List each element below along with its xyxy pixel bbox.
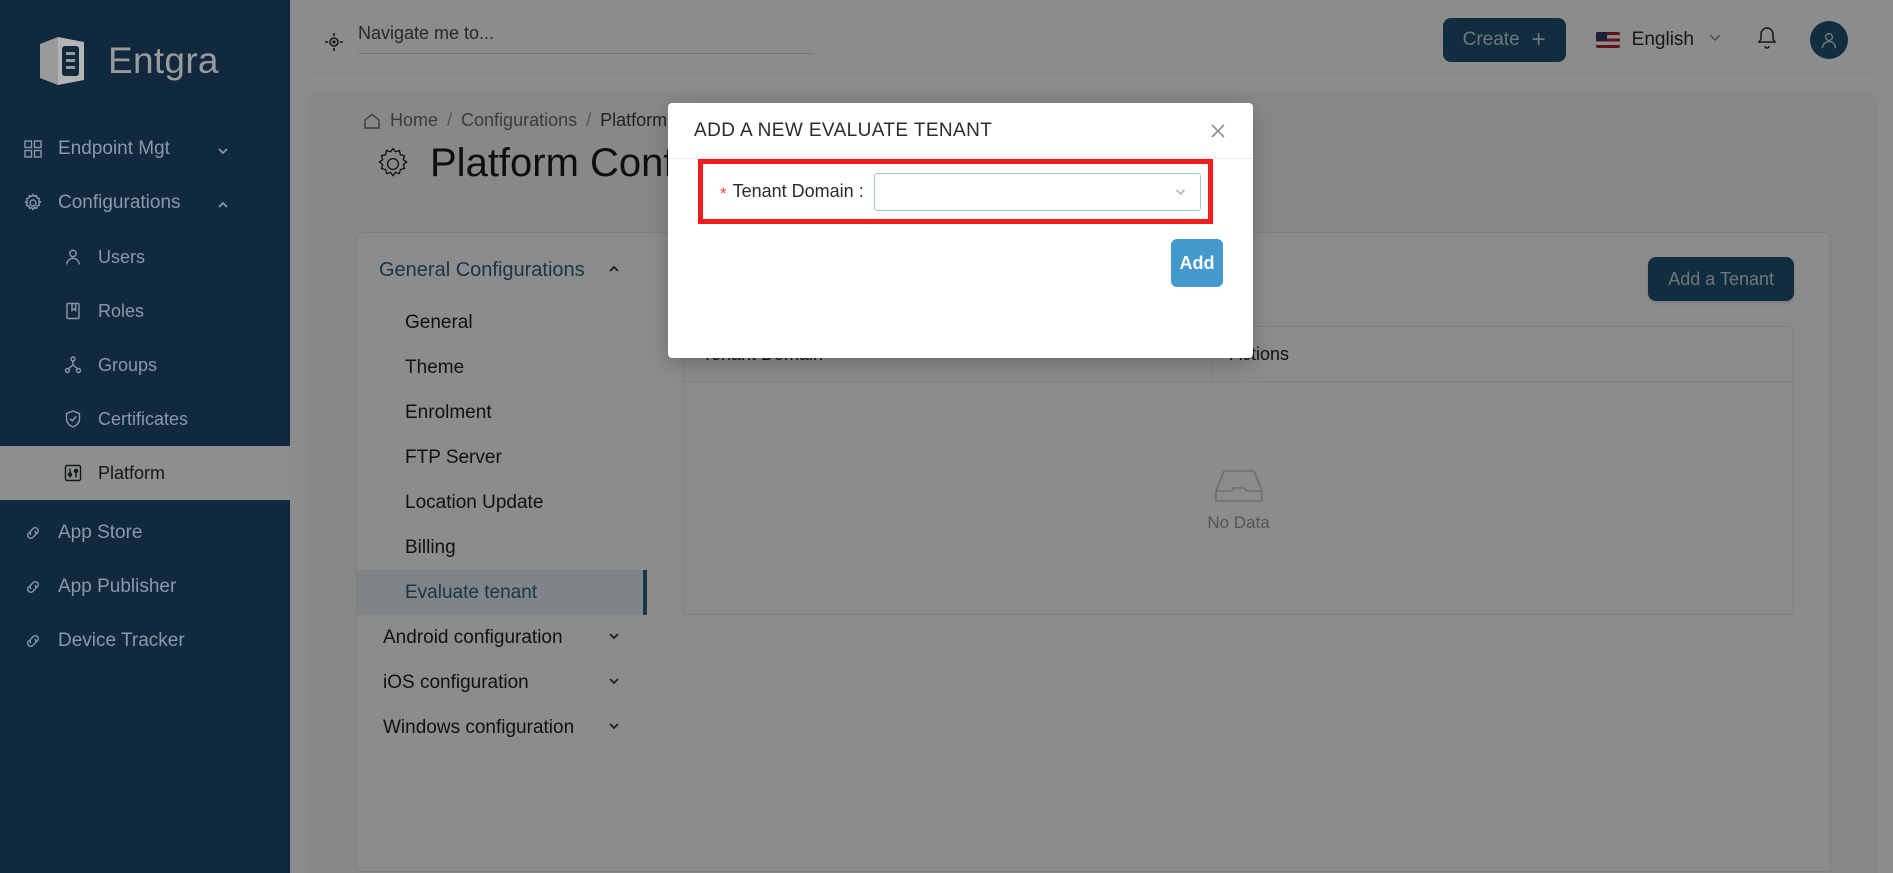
sidebar-item-endpoint-mgt[interactable]: Endpoint Mgt bbox=[0, 122, 290, 176]
sidebar-item-certificates[interactable]: Certificates bbox=[0, 392, 290, 446]
sidebar-item-label: Groups bbox=[98, 354, 158, 375]
sidebar-item-label: Endpoint Mgt bbox=[58, 138, 170, 159]
sidebar-item-label: Device Tracker bbox=[58, 630, 185, 651]
shield-check-icon bbox=[62, 408, 84, 430]
chevron-up-icon bbox=[216, 196, 230, 210]
sidebar-item-label: Users bbox=[98, 246, 146, 267]
book-icon bbox=[62, 300, 84, 322]
sidebar-item-configurations[interactable]: Configurations bbox=[0, 176, 290, 230]
sidebar: Entgra Endpoint Mgt Configurations Users Ro… bbox=[0, 0, 290, 873]
modal-title: ADD A NEW EVALUATE TENANT bbox=[694, 119, 993, 141]
modal-actions: Add bbox=[1171, 239, 1223, 287]
chevron-down-icon bbox=[216, 142, 230, 156]
entgra-logo-icon bbox=[32, 30, 94, 92]
brand-name: Entgra bbox=[108, 40, 219, 81]
sidebar-item-label: App Publisher bbox=[58, 576, 177, 597]
sidebar-item-device-tracker[interactable]: Device Tracker bbox=[0, 614, 290, 668]
link-icon bbox=[22, 522, 44, 544]
brand[interactable]: Entgra bbox=[0, 0, 290, 122]
close-icon[interactable] bbox=[1205, 118, 1231, 144]
gear-icon bbox=[22, 192, 44, 214]
sidebar-item-roles[interactable]: Roles bbox=[0, 284, 290, 338]
link-icon bbox=[22, 630, 44, 652]
link-icon bbox=[22, 576, 44, 598]
chevron-down-icon bbox=[1173, 184, 1188, 199]
group-icon bbox=[62, 354, 84, 376]
modal-add-button[interactable]: Add bbox=[1171, 239, 1223, 287]
sidebar-item-groups[interactable]: Groups bbox=[0, 338, 290, 392]
app-root: Entgra Endpoint Mgt Configurations Users Ro… bbox=[0, 0, 1893, 873]
grid-icon bbox=[22, 138, 44, 160]
sidebar-item-label: Configurations bbox=[58, 192, 181, 213]
add-evaluate-tenant-modal: ADD A NEW EVALUATE TENANT * Tenant Domai… bbox=[668, 103, 1253, 358]
sidebar-item-app-store[interactable]: App Store bbox=[0, 506, 290, 560]
modal-header: ADD A NEW EVALUATE TENANT bbox=[668, 103, 1253, 159]
required-marker: * bbox=[720, 184, 727, 203]
tenant-domain-field-row: * Tenant Domain : bbox=[698, 159, 1213, 224]
sidebar-item-label: Certificates bbox=[98, 408, 189, 429]
sidebar-item-label: Roles bbox=[98, 300, 145, 321]
sidebar-nav: Endpoint Mgt Configurations Users Roles Grou… bbox=[0, 122, 290, 668]
sidebar-item-users[interactable]: Users bbox=[0, 230, 290, 284]
sliders-icon bbox=[62, 462, 84, 484]
sidebar-item-label: App Store bbox=[58, 522, 143, 543]
sidebar-item-label: Platform bbox=[98, 462, 166, 483]
sidebar-item-platform[interactable]: Platform bbox=[0, 446, 290, 500]
user-icon bbox=[62, 246, 84, 268]
tenant-domain-label: Tenant Domain : bbox=[732, 181, 864, 201]
tenant-domain-select[interactable] bbox=[873, 172, 1201, 211]
sidebar-item-app-publisher[interactable]: App Publisher bbox=[0, 560, 290, 614]
